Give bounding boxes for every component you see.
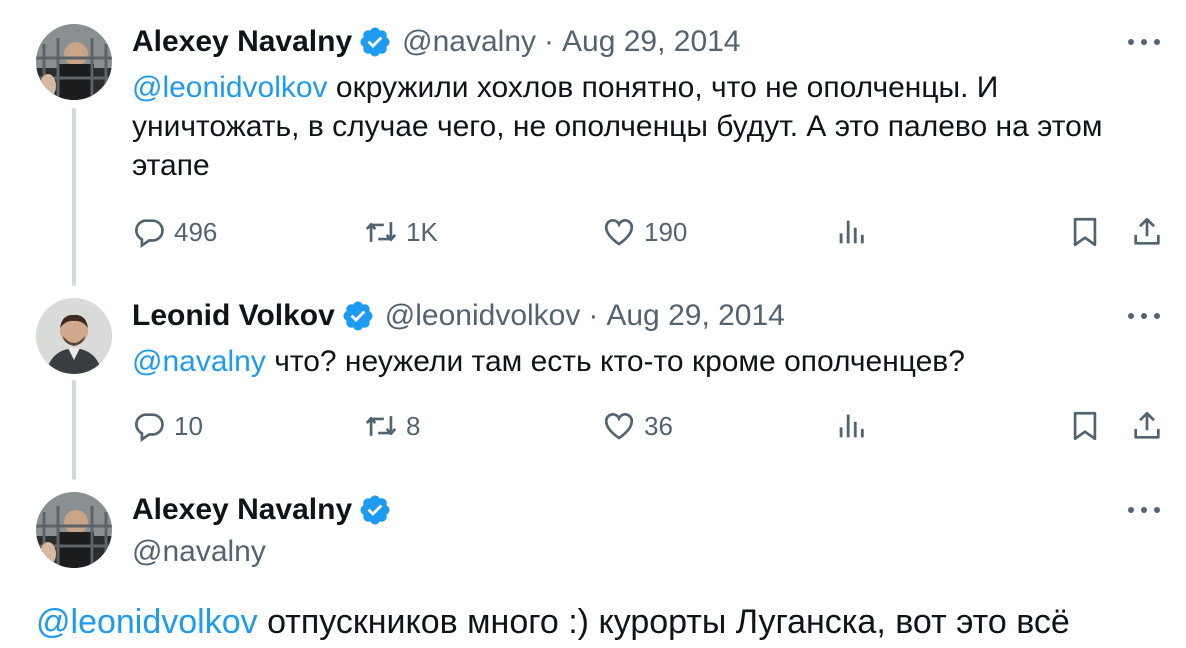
author-name[interactable]: Leonid Volkov xyxy=(132,298,335,334)
action-bar: 496 1K 190 xyxy=(132,212,1172,252)
reply-button[interactable]: 10 xyxy=(132,406,203,446)
tweet-header: Leonid Volkov @leonidvolkov · Aug 29, 20… xyxy=(132,298,785,334)
like-button[interactable]: 190 xyxy=(602,212,687,252)
avatar[interactable] xyxy=(36,24,112,100)
bookmark-button[interactable] xyxy=(1068,406,1110,446)
tweet-header: Alexey Navalny xyxy=(132,492,402,528)
more-icon[interactable] xyxy=(1124,30,1164,54)
retweet-icon xyxy=(365,416,397,436)
reply-count: 496 xyxy=(174,216,218,247)
retweet-icon xyxy=(365,222,397,242)
tweet-header: Alexey Navalny @navalny · Aug 29, 2014 xyxy=(132,24,741,60)
avatar[interactable] xyxy=(36,492,112,568)
tweet-text: @leonidvolkov отпускников много :) курор… xyxy=(36,600,1070,644)
share-button[interactable] xyxy=(1130,406,1172,446)
tweet-date[interactable]: Aug 29, 2014 xyxy=(562,24,741,60)
views-button[interactable] xyxy=(834,212,876,252)
tweet-body: отпускников много :) курорты Луганска, в… xyxy=(257,603,1070,641)
tweet-date[interactable]: Aug 29, 2014 xyxy=(606,298,785,334)
verified-badge-icon xyxy=(341,299,375,333)
reply-count: 10 xyxy=(174,410,203,441)
separator: · xyxy=(544,25,554,58)
author-handle[interactable]: @navalny xyxy=(132,534,266,570)
verified-badge-icon xyxy=(358,493,392,527)
mention-link[interactable]: @navalny xyxy=(132,345,266,378)
separator: · xyxy=(588,299,599,332)
action-bar: 10 8 36 xyxy=(132,406,1172,446)
thread-line xyxy=(72,380,76,480)
tweet-text: @navalny что? неужели там есть кто-то кр… xyxy=(132,342,1142,381)
verified-badge-icon xyxy=(358,25,392,59)
bookmark-button[interactable] xyxy=(1068,212,1110,252)
author-name[interactable]: Alexey Navalny xyxy=(132,492,352,528)
retweet-button[interactable]: 1K xyxy=(364,212,438,252)
reply-button[interactable]: 496 xyxy=(132,212,217,252)
share-icon xyxy=(1134,411,1160,439)
author-name[interactable]: Alexey Navalny xyxy=(132,24,352,60)
more-icon[interactable] xyxy=(1124,304,1164,328)
mention-link[interactable]: @leonidvolkov xyxy=(36,603,258,641)
mention-link[interactable]: @leonidvolkov xyxy=(132,71,328,104)
reply-icon xyxy=(135,413,164,443)
views-button[interactable] xyxy=(834,406,876,446)
tweet-text: @leonidvolkov окружили хохлов понятно, ч… xyxy=(132,68,1142,185)
like-button[interactable]: 36 xyxy=(602,406,673,446)
author-handle[interactable]: @leonidvolkov xyxy=(385,298,581,334)
views-icon xyxy=(839,414,864,438)
tweet-body: что? неужели там есть кто-то кроме ополч… xyxy=(265,345,965,378)
like-count: 190 xyxy=(644,216,688,247)
heart-icon xyxy=(604,219,634,246)
retweet-count: 8 xyxy=(406,410,421,441)
bookmark-icon xyxy=(1073,217,1097,247)
more-icon[interactable] xyxy=(1124,498,1164,522)
thread-line xyxy=(72,108,76,286)
heart-icon xyxy=(604,413,634,440)
bookmark-icon xyxy=(1073,411,1097,441)
views-icon xyxy=(839,220,864,244)
share-icon xyxy=(1134,217,1160,245)
reply-icon xyxy=(135,219,164,249)
author-handle[interactable]: @navalny xyxy=(402,24,536,60)
like-count: 36 xyxy=(644,410,673,441)
share-button[interactable] xyxy=(1130,212,1172,252)
retweet-button[interactable]: 8 xyxy=(364,406,420,446)
retweet-count: 1K xyxy=(406,216,438,247)
avatar[interactable] xyxy=(36,298,112,374)
